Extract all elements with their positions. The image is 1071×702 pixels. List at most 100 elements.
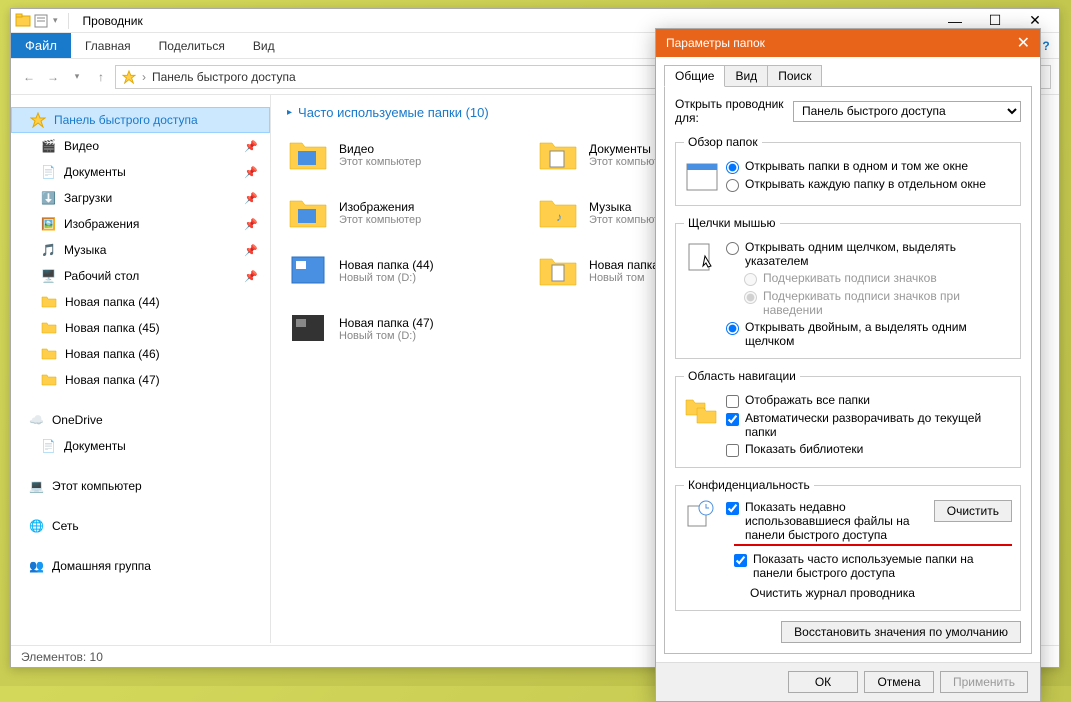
folder-thumbnail-icon (288, 309, 328, 349)
sidebar: Панель быстрого доступа 🎬Видео📌 📄Докумен… (11, 95, 271, 643)
clear-history-label: Очистить журнал проводника (684, 580, 1012, 602)
click-group: Щелчки мышью Открывать одним щелчком, вы… (675, 216, 1021, 359)
tab-share[interactable]: Поделиться (145, 33, 239, 58)
back-button[interactable]: ← (19, 67, 39, 87)
sidebar-onedrive[interactable]: ☁️OneDrive (11, 407, 270, 433)
folder-icon (41, 320, 57, 336)
folder-icon (288, 193, 328, 233)
dialog-title: Параметры папок (666, 36, 765, 50)
pin-icon: 📌 (244, 270, 258, 283)
folder-icon (41, 372, 57, 388)
privacy-group: Конфиденциальность Показать недавно испо… (675, 478, 1021, 611)
check-expand[interactable]: Автоматически разворачивать до текущей п… (726, 411, 1012, 439)
dialog-buttons: ОК Отмена Применить (656, 662, 1040, 701)
status-text: Элементов: 10 (21, 650, 103, 664)
up-button[interactable]: ↑ (91, 67, 111, 87)
sidebar-item[interactable]: 🎬Видео📌 (11, 133, 270, 159)
folders-icon (684, 393, 720, 429)
music-icon: 🎵 (41, 243, 56, 257)
tab-general[interactable]: Общие (664, 65, 725, 87)
sidebar-network[interactable]: 🌐Сеть (11, 513, 270, 539)
onedrive-icon: ☁️ (29, 413, 44, 427)
explorer-icon (15, 13, 31, 29)
forward-button[interactable]: → (43, 67, 63, 87)
sidebar-item[interactable]: 🎵Музыка📌 (11, 237, 270, 263)
folder-icon (288, 135, 328, 175)
annotation-underline (734, 544, 1012, 546)
download-icon: ⬇️ (41, 191, 56, 205)
sidebar-item[interactable]: 📄Документы (11, 433, 270, 459)
breadcrumb: Панель быстрого доступа (152, 70, 296, 84)
pin-icon: 📌 (244, 244, 258, 257)
sidebar-quick-access[interactable]: Панель быстрого доступа (11, 107, 270, 133)
sidebar-item[interactable]: 🖥️Рабочий стол📌 (11, 263, 270, 289)
radio-double-click[interactable]: Открывать двойным, а выделять одним щелч… (726, 320, 1012, 348)
sidebar-item[interactable]: Новая папка (44) (11, 289, 270, 315)
star-icon (30, 112, 46, 128)
tab-search[interactable]: Поиск (767, 65, 822, 87)
sidebar-item[interactable]: 🖼️Изображения📌 (11, 211, 270, 237)
doc-icon: 📄 (41, 165, 56, 179)
star-icon (122, 70, 136, 84)
check-frequent-folders[interactable]: Показать часто используемые папки на пан… (684, 552, 1012, 580)
folder-icon (538, 251, 578, 291)
network-icon: 🌐 (29, 519, 44, 533)
cancel-button[interactable]: Отмена (864, 671, 934, 693)
homegroup-icon: 👥 (29, 559, 44, 573)
folder-icon (41, 294, 57, 310)
cursor-icon (684, 240, 720, 276)
tab-view[interactable]: Вид (724, 65, 768, 87)
video-icon: 🎬 (41, 139, 56, 153)
properties-icon[interactable] (33, 13, 49, 29)
svg-text:♪: ♪ (556, 210, 562, 224)
sidebar-item[interactable]: ⬇️Загрузки📌 (11, 185, 270, 211)
folder-item[interactable]: Новая папка (47)Новый том (D:) (287, 304, 517, 354)
folder-item[interactable]: ВидеоЭтот компьютер (287, 130, 517, 180)
doc-icon: 📄 (41, 439, 56, 453)
pin-icon: 📌 (244, 192, 258, 205)
recent-locations-icon[interactable]: ▾ (67, 67, 87, 87)
window-icon (684, 159, 720, 195)
window-title: Проводник (83, 14, 143, 28)
folder-item[interactable]: Новая папка (44)Новый том (D:) (287, 246, 517, 296)
tab-file[interactable]: Файл (11, 33, 71, 58)
folder-icon (41, 346, 57, 362)
pin-icon: 📌 (244, 218, 258, 231)
pin-icon: 📌 (244, 166, 258, 179)
check-recent-files[interactable]: Показать недавно использовавшиеся файлы … (726, 500, 926, 542)
ok-button[interactable]: ОК (788, 671, 858, 693)
restore-defaults-button[interactable]: Восстановить значения по умолчанию (781, 621, 1021, 643)
radio-underline-hover: Подчеркивать подписи значков при наведен… (726, 289, 1012, 317)
dialog-tabs: Общие Вид Поиск (656, 57, 1040, 87)
close-icon[interactable]: ✕ (1017, 33, 1030, 53)
sidebar-item[interactable]: 📄Документы📌 (11, 159, 270, 185)
sidebar-item[interactable]: Новая папка (46) (11, 341, 270, 367)
sidebar-item[interactable]: Новая папка (47) (11, 367, 270, 393)
navpane-group: Область навигации Отображать все папки А… (675, 369, 1021, 468)
folder-thumbnail-icon (288, 251, 328, 291)
folder-icon (538, 135, 578, 175)
radio-new-window[interactable]: Открывать каждую папку в отдельном окне (726, 177, 1012, 192)
radio-single-click[interactable]: Открывать одним щелчком, выделять указат… (726, 240, 1012, 268)
tab-view[interactable]: Вид (239, 33, 289, 58)
sidebar-item[interactable]: Новая папка (45) (11, 315, 270, 341)
radio-underline-always: Подчеркивать подписи значков (726, 271, 1012, 286)
radio-same-window[interactable]: Открывать папки в одном и том же окне (726, 159, 1012, 174)
sidebar-homegroup[interactable]: 👥Домашняя группа (11, 553, 270, 579)
open-explorer-label: Открыть проводник для: (675, 97, 785, 125)
clear-button[interactable]: Очистить (934, 500, 1012, 522)
apply-button[interactable]: Применить (940, 671, 1028, 693)
tab-home[interactable]: Главная (71, 33, 145, 58)
pictures-icon: 🖼️ (41, 217, 56, 231)
pc-icon: 💻 (29, 479, 44, 493)
folder-item[interactable]: ИзображенияЭтот компьютер (287, 188, 517, 238)
browse-folders-group: Обзор папок Открывать папки в одном и то… (675, 135, 1021, 206)
folder-icon: ♪ (538, 193, 578, 233)
check-libs[interactable]: Показать библиотеки (726, 442, 1012, 457)
desktop-icon: 🖥️ (41, 269, 56, 283)
check-show-all[interactable]: Отображать все папки (726, 393, 1012, 408)
dialog-titlebar: Параметры папок ✕ (656, 29, 1040, 57)
folder-options-dialog: Параметры папок ✕ Общие Вид Поиск Открыт… (655, 28, 1041, 702)
open-explorer-select[interactable]: Панель быстрого доступа (793, 101, 1021, 122)
sidebar-thispc[interactable]: 💻Этот компьютер (11, 473, 270, 499)
